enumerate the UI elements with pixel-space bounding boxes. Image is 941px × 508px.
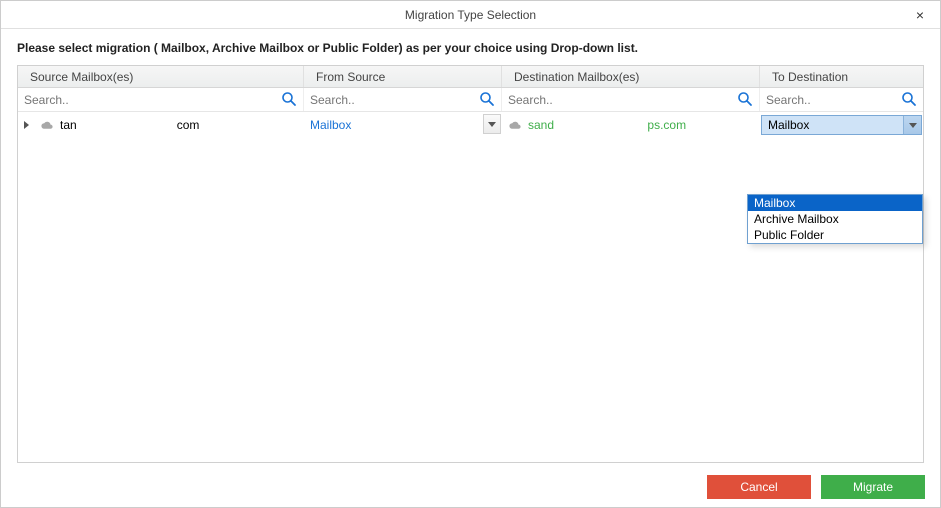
search-row xyxy=(18,88,923,112)
destination-mailbox-suffix: ps.com xyxy=(647,118,686,132)
search-destination-input[interactable] xyxy=(508,93,753,107)
source-mailbox-hidden xyxy=(77,118,177,132)
expand-icon[interactable] xyxy=(24,120,34,130)
from-source-value: Mailbox xyxy=(310,118,351,132)
window-title: Migration Type Selection xyxy=(405,8,536,22)
chevron-down-icon[interactable] xyxy=(903,116,921,134)
search-to-destination-input[interactable] xyxy=(766,93,917,107)
close-button[interactable]: × xyxy=(900,1,940,29)
migrate-button[interactable]: Migrate xyxy=(821,475,925,499)
from-source-cell[interactable]: Mailbox xyxy=(304,112,502,138)
from-source-dropdown-arrow[interactable] xyxy=(483,114,501,134)
search-destination-cell xyxy=(502,88,760,111)
col-header-destination-mailboxes[interactable]: Destination Mailbox(es) xyxy=(502,66,760,87)
to-destination-value: Mailbox xyxy=(768,118,809,132)
table-row: tan com Mailbox sand ps.com M xyxy=(18,112,923,138)
to-destination-combo[interactable]: Mailbox xyxy=(761,115,922,135)
col-header-to-destination[interactable]: To Destination xyxy=(760,66,923,87)
footer-buttons: Cancel Migrate xyxy=(0,466,941,508)
search-icon[interactable] xyxy=(737,91,753,107)
search-from-source-cell xyxy=(304,88,502,111)
search-icon[interactable] xyxy=(479,91,495,107)
grid-header-row: Source Mailbox(es) From Source Destinati… xyxy=(18,66,923,88)
col-header-from-source[interactable]: From Source xyxy=(304,66,502,87)
source-mailbox-prefix: tan xyxy=(60,118,77,132)
dropdown-option-mailbox[interactable]: Mailbox xyxy=(748,195,922,211)
cancel-button[interactable]: Cancel xyxy=(707,475,811,499)
search-source-cell xyxy=(18,88,304,111)
destination-mailbox-prefix: sand xyxy=(528,118,554,132)
cloud-icon xyxy=(40,120,54,130)
instruction-text: Please select migration ( Mailbox, Archi… xyxy=(1,29,940,65)
search-to-destination-cell xyxy=(760,88,923,111)
dropdown-option-archive-mailbox[interactable]: Archive Mailbox xyxy=(748,211,922,227)
search-from-source-input[interactable] xyxy=(310,93,495,107)
search-icon[interactable] xyxy=(281,91,297,107)
destination-mailbox-cell[interactable]: sand ps.com xyxy=(502,112,760,138)
source-mailbox-suffix: com xyxy=(177,118,200,132)
dropdown-option-public-folder[interactable]: Public Folder xyxy=(748,227,922,243)
cloud-icon xyxy=(508,120,522,130)
destination-mailbox-hidden xyxy=(554,118,647,132)
search-icon[interactable] xyxy=(901,91,917,107)
source-mailbox-cell[interactable]: tan com xyxy=(18,112,304,138)
title-bar: Migration Type Selection × xyxy=(1,1,940,29)
col-header-source-mailboxes[interactable]: Source Mailbox(es) xyxy=(18,66,304,87)
to-destination-cell: Mailbox xyxy=(760,112,923,138)
to-destination-dropdown[interactable]: Mailbox Archive Mailbox Public Folder xyxy=(747,194,923,244)
close-icon: × xyxy=(916,7,924,23)
migration-grid: Source Mailbox(es) From Source Destinati… xyxy=(17,65,924,463)
search-source-input[interactable] xyxy=(24,93,297,107)
